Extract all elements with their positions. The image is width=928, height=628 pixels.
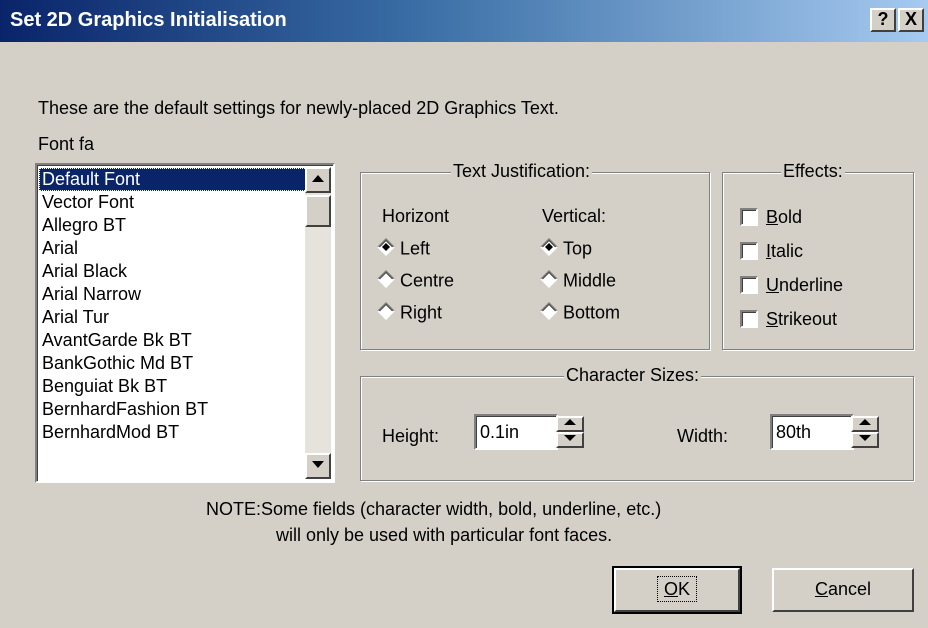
horizontal-radio-centre[interactable]: Centre <box>377 267 454 291</box>
text-justification-group: Text Justification: Horizont Vertical: L… <box>360 161 710 350</box>
height-label: Height: <box>382 426 440 446</box>
radio-unchecked-icon <box>540 302 558 321</box>
checkbox-icon <box>740 242 758 261</box>
intro-text: These are the default settings for newly… <box>38 98 559 118</box>
effect-checkbox-underline[interactable]: Underline <box>740 273 843 297</box>
vertical-radio-top[interactable]: Top <box>540 235 592 259</box>
window-title: Set 2D Graphics Initialisation <box>10 9 287 31</box>
cancel-button[interactable]: Cancel <box>772 568 914 612</box>
font-list-item[interactable]: BankGothic Md BT <box>39 352 307 375</box>
scroll-down-button[interactable] <box>305 453 331 479</box>
width-spin-down[interactable] <box>851 432 879 448</box>
radio-unchecked-icon <box>377 302 395 321</box>
effect-checkbox-strikeout[interactable]: Strikeout <box>740 307 837 331</box>
horizontal-label: Horizont <box>382 206 450 226</box>
radio-unchecked-icon <box>377 270 395 289</box>
checkbox-icon <box>740 208 758 227</box>
cancel-button-label: Cancel <box>814 579 872 599</box>
vertical-radio-bottom[interactable]: Bottom <box>540 299 620 323</box>
checkbox-label: Bold <box>766 207 803 227</box>
arrow-up-icon <box>312 175 324 182</box>
radio-unchecked-icon <box>540 270 558 289</box>
height-spin-down[interactable] <box>556 432 584 448</box>
arrow-up-icon <box>859 419 871 425</box>
font-face-label: Font fa <box>38 134 95 154</box>
font-listbox[interactable]: Default Font Vector Font Allegro BT Arial Ar… <box>35 163 335 483</box>
radio-checked-icon <box>377 238 395 257</box>
font-list-item[interactable]: Arial Tur <box>39 306 307 329</box>
font-list-item[interactable]: Allegro BT <box>39 214 307 237</box>
effect-checkbox-italic[interactable]: Italic <box>740 239 803 263</box>
effect-checkbox-bold[interactable]: Bold <box>740 205 802 229</box>
font-list-item[interactable]: Arial Black <box>39 260 307 283</box>
font-list-item[interactable]: AvantGarde Bk BT <box>39 329 307 352</box>
radio-label: Bottom <box>563 302 621 323</box>
radio-label: Right <box>400 302 443 323</box>
character-sizes-group: Character Sizes: Height: 0.1in Width: 80… <box>360 365 914 481</box>
checkbox-label: Underline <box>766 275 844 295</box>
arrow-up-icon <box>564 419 576 425</box>
checkbox-label: Italic <box>766 241 804 261</box>
font-list-scrollbar[interactable] <box>305 167 331 479</box>
ok-button[interactable]: OK <box>612 566 742 614</box>
width-label: Width: <box>677 426 729 446</box>
font-list-item[interactable]: BernhardMod BT <box>39 421 307 444</box>
vertical-label: Vertical: <box>542 206 607 226</box>
text-justification-title: Text Justification: <box>451 161 593 182</box>
font-list-item[interactable]: Default Font <box>39 168 307 191</box>
height-spinner[interactable] <box>556 416 584 448</box>
radio-label: Top <box>563 238 593 259</box>
height-spin-up[interactable] <box>556 416 584 432</box>
title-bar[interactable]: Set 2D Graphics Initialisation ? X <box>0 0 928 42</box>
close-button[interactable]: X <box>898 8 924 32</box>
font-list-item[interactable]: Arial Narrow <box>39 283 307 306</box>
checkbox-icon <box>740 310 758 329</box>
ok-button-label: OK <box>656 576 698 602</box>
vertical-radio-middle[interactable]: Middle <box>540 267 616 291</box>
width-spin-up[interactable] <box>851 416 879 432</box>
font-list-items: Default Font Vector Font Allegro BT Arial Ar… <box>39 168 307 444</box>
note-line-2: will only be used with particular font f… <box>276 525 613 545</box>
scroll-thumb[interactable] <box>305 195 331 227</box>
font-list-item[interactable]: BernhardFashion BT <box>39 398 307 421</box>
arrow-down-icon <box>312 461 324 468</box>
note-line-1: NOTE:Some fields (character width, bold,… <box>206 499 662 519</box>
font-list-item[interactable]: Arial <box>39 237 307 260</box>
checkbox-label: Strikeout <box>766 309 838 329</box>
radio-label: Left <box>400 238 431 259</box>
font-list-item[interactable]: Vector Font <box>39 191 307 214</box>
effects-title: Effects: <box>781 161 845 182</box>
checkbox-icon <box>740 276 758 295</box>
height-input[interactable]: 0.1in <box>474 414 558 450</box>
radio-label: Middle <box>563 270 617 291</box>
radio-label: Centre <box>400 270 455 291</box>
horizontal-radio-left[interactable]: Left <box>377 235 430 259</box>
arrow-down-icon <box>564 435 576 441</box>
character-sizes-title: Character Sizes: <box>564 365 702 386</box>
font-list-item[interactable]: Benguiat Bk BT <box>39 375 307 398</box>
help-button[interactable]: ? <box>870 8 896 32</box>
scroll-up-button[interactable] <box>305 167 331 193</box>
width-input[interactable]: 80th <box>770 414 854 450</box>
horizontal-radio-right[interactable]: Right <box>377 299 442 323</box>
arrow-down-icon <box>859 435 871 441</box>
width-spinner[interactable] <box>851 416 879 448</box>
radio-checked-icon <box>540 238 558 257</box>
effects-group: Effects: Bold Italic Underline Strikeout <box>722 161 914 350</box>
